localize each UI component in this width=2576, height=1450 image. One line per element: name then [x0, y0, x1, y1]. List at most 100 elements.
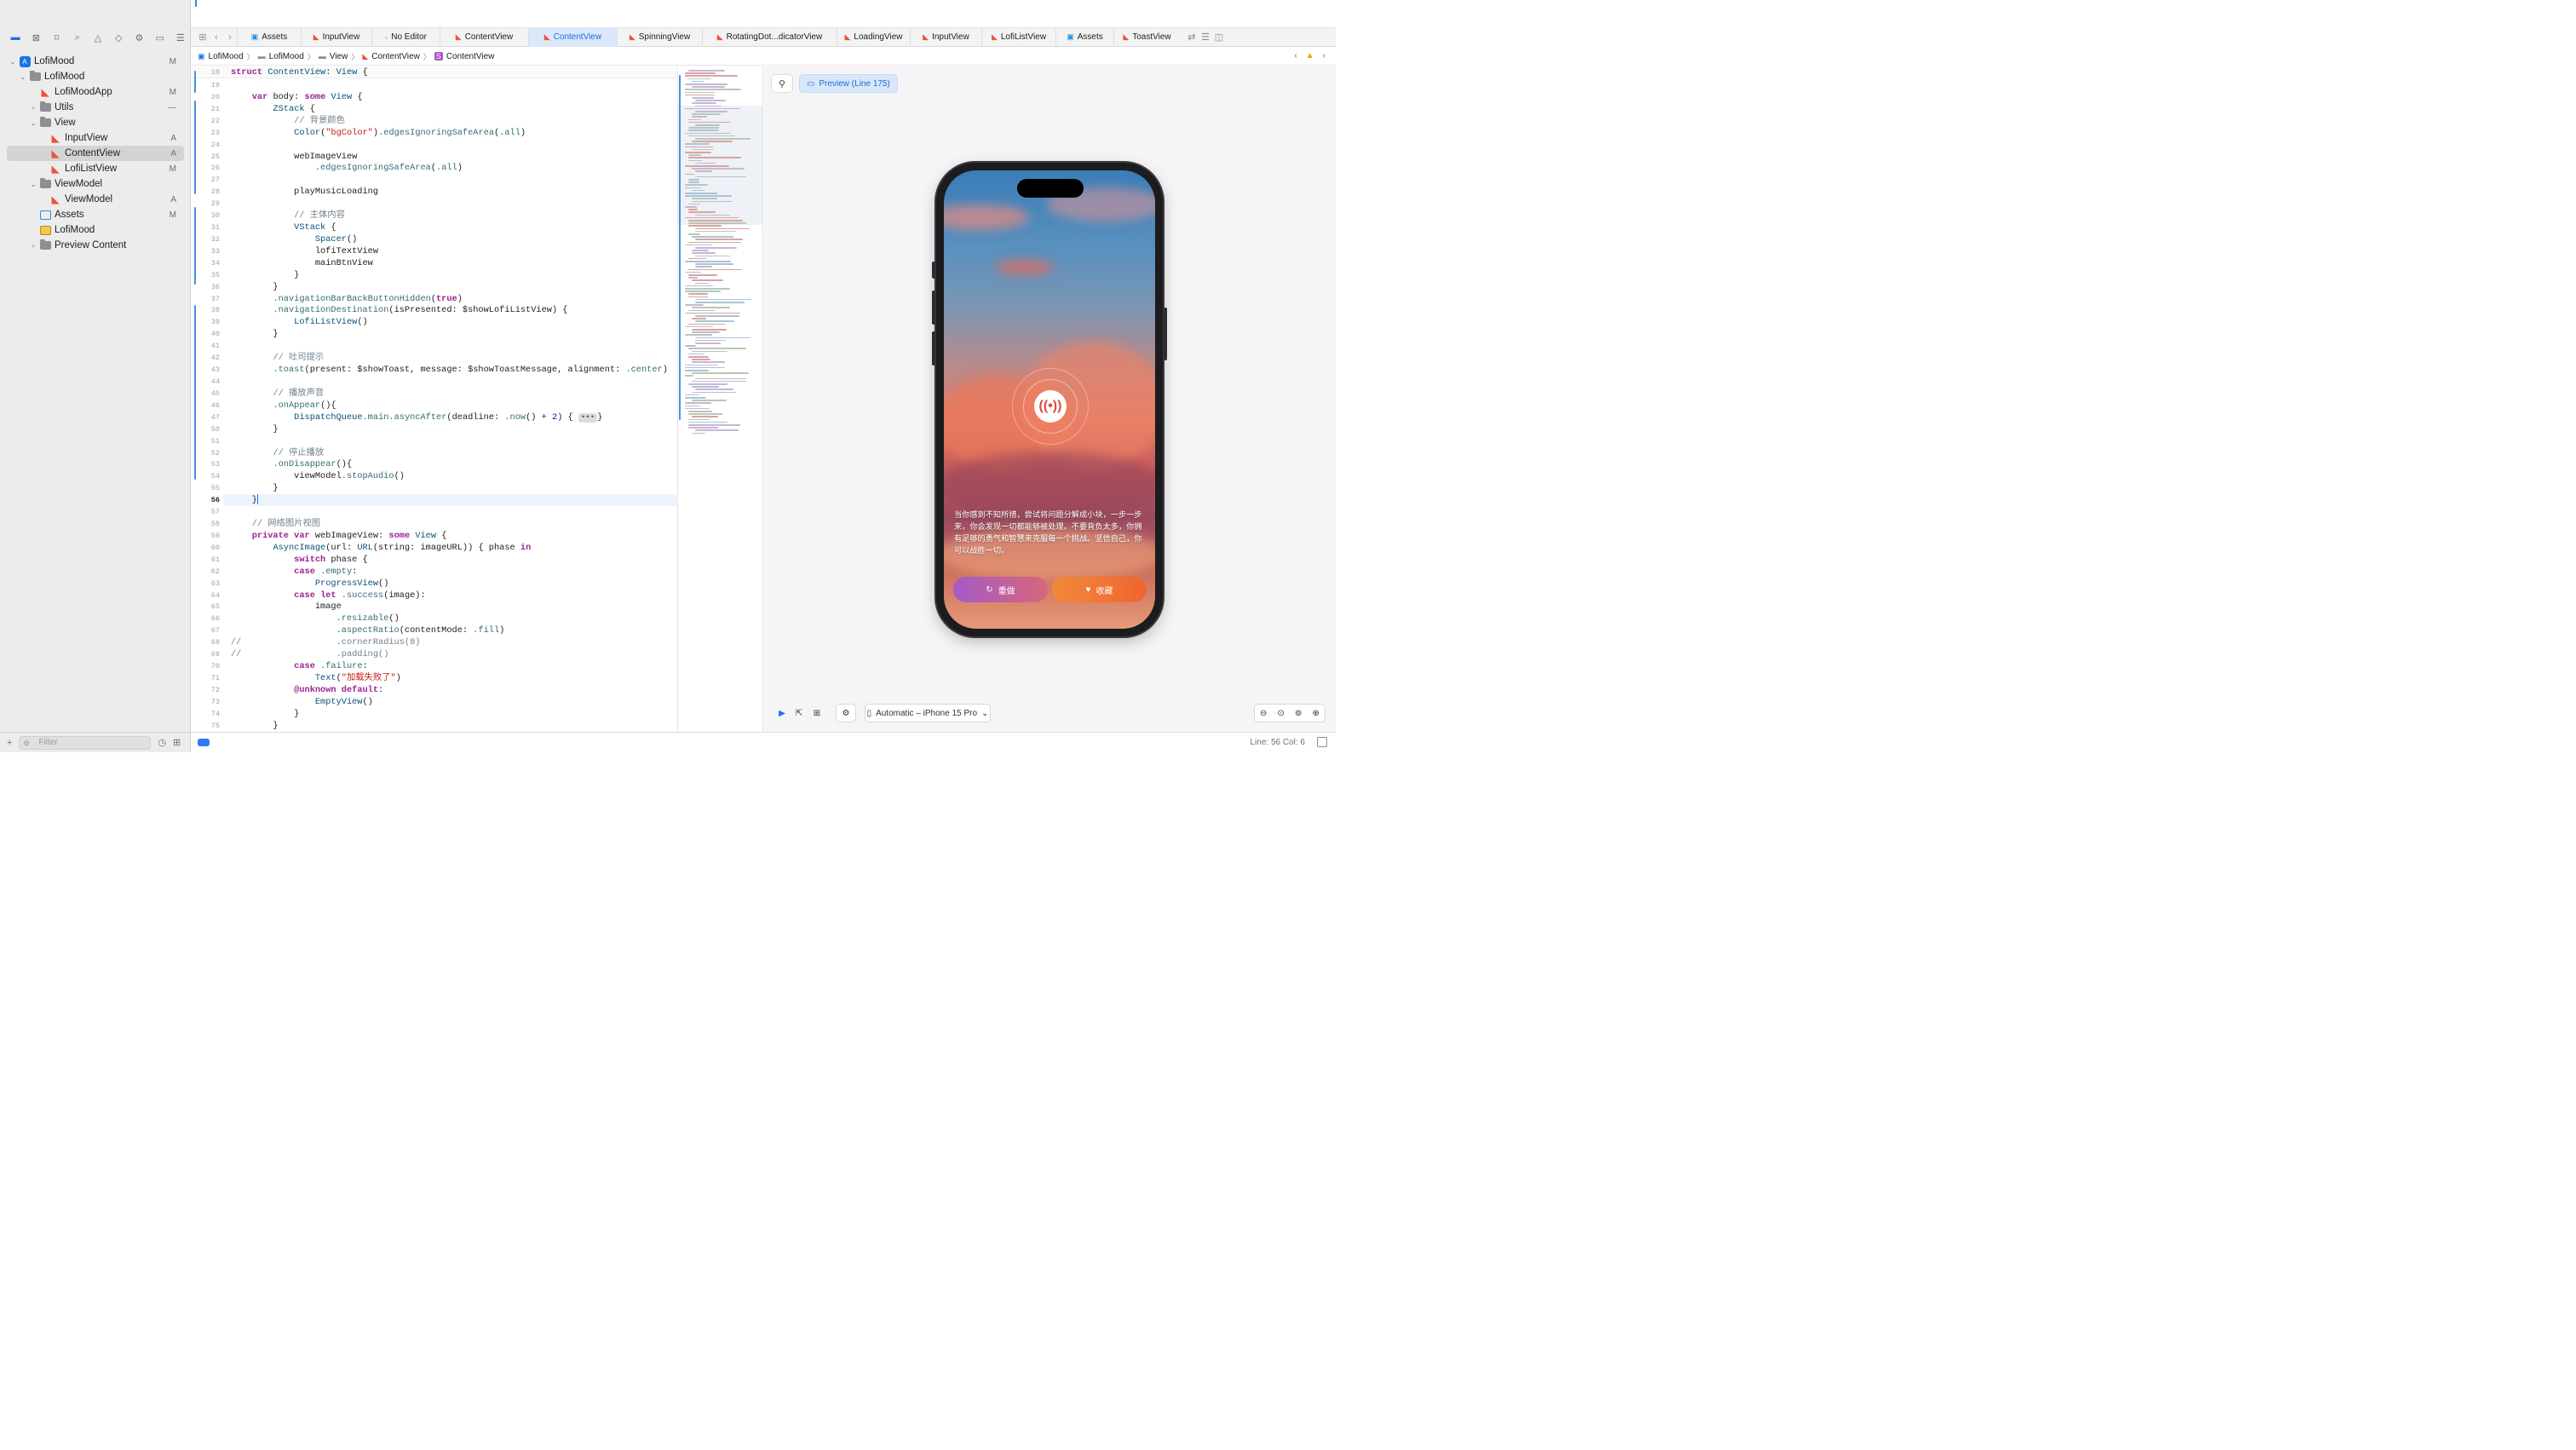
add-icon[interactable]: + — [7, 738, 12, 748]
editor-options-icon[interactable]: ☰ — [1199, 32, 1212, 43]
bookmark-icon[interactable]: ⌑ — [46, 29, 66, 46]
chevron-right-icon[interactable]: › — [29, 242, 37, 250]
chevron-right-icon[interactable]: › — [29, 104, 37, 112]
breadcrumb-folder[interactable]: ▬ View — [319, 52, 348, 61]
search-icon[interactable]: ⌕ — [67, 29, 88, 46]
minimap-line — [685, 132, 731, 135]
tree-item[interactable]: ◣ ContentView A — [7, 146, 184, 161]
source-control-icon[interactable]: ⊠ — [26, 29, 46, 46]
code-line: } — [231, 720, 279, 731]
filter-input[interactable]: ⊜ Filter — [19, 735, 152, 750]
tree-item[interactable]: ⌄ View — [0, 115, 191, 130]
zoom-in-icon[interactable]: ⊕ — [1313, 709, 1320, 718]
warning-icon[interactable]: ▲ — [1306, 51, 1314, 60]
split-editor-icon[interactable]: ◫ — [1212, 32, 1226, 43]
chevron-down-icon[interactable]: ⌄ — [29, 119, 37, 127]
code-line: image — [231, 601, 342, 613]
broadcast-icon[interactable]: ((•)) — [1034, 390, 1067, 423]
tree-item[interactable]: ◣ ViewModel A — [0, 192, 191, 207]
breadcrumb-group[interactable]: ▬ LofiMood — [258, 52, 304, 61]
test-icon[interactable]: ◇ — [108, 29, 129, 46]
source-editor[interactable]: 10 19 20 21 22 23 24 25 26 27 28 29 30 31 32 33 34 35 36 37… — [191, 66, 677, 732]
swift-icon: ◣ — [923, 32, 929, 41]
chevron-down-icon[interactable]: ⌄ — [9, 58, 17, 66]
tree-item[interactable]: › Utils — — [0, 100, 191, 115]
redo-button[interactable]: ↻ 重做 — [953, 577, 1048, 602]
modified-files-icon[interactable]: ⊞ — [173, 737, 181, 748]
variants-icon[interactable]: ⊞ — [808, 704, 825, 722]
breakpoint-icon[interactable]: ▭ — [150, 29, 170, 46]
pin-icon[interactable]: ⚲ — [771, 74, 793, 93]
prev-issue-icon[interactable]: ‹ — [1294, 51, 1297, 60]
chevron-down-icon[interactable]: ⌄ — [29, 181, 37, 188]
inspector-toggle-icon[interactable] — [1317, 737, 1327, 747]
volume-down-button — [932, 331, 935, 365]
minimap-line — [685, 83, 727, 85]
tree-item[interactable]: ◣ InputView A — [0, 130, 191, 146]
editor-tab[interactable]: ◣ ContentView — [440, 27, 528, 47]
tree-item[interactable]: ⌄ ViewModel — [0, 176, 191, 192]
breadcrumb-separator-icon: 〉 — [246, 52, 255, 61]
preview-chip[interactable]: ▭ Preview (Line 175) — [799, 74, 898, 93]
minimap-line — [688, 225, 722, 227]
line-number: 68 — [210, 638, 220, 647]
debug-area-toggle-icon[interactable] — [198, 739, 210, 746]
minimap[interactable] — [677, 66, 763, 732]
back-icon[interactable]: ‹ — [210, 32, 223, 43]
zoom-actual-icon[interactable]: ⊙ — [1278, 709, 1285, 718]
code-line: ProgressView() — [314, 578, 389, 589]
tree-item[interactable]: Assets M — [0, 207, 191, 222]
tree-item[interactable]: ⌄ A LofiMood M — [0, 54, 191, 69]
line-number: 61 — [210, 555, 220, 564]
live-mode-icon[interactable]: ▶ — [773, 704, 791, 722]
chevron-down-icon[interactable]: ⌄ — [19, 73, 27, 81]
editor-tab[interactable]: ▫ No Editor — [371, 27, 440, 47]
editor-tab-bar: ⊞ ‹ › ▣ Assets ◣ InputView ▫ No Editor ◣ Conten… — [191, 27, 1336, 47]
minimap-line — [685, 244, 712, 246]
editor-tab[interactable]: ◣ ContentView — [528, 27, 617, 47]
device-selector[interactable]: ▯ Automatic – iPhone 15 Pro ⌄ — [865, 704, 991, 722]
grid-icon[interactable]: ⊞ — [196, 32, 210, 43]
folded-code-chip[interactable]: ••• — [578, 412, 598, 423]
issue-icon[interactable]: △ — [88, 29, 108, 46]
zoom-fit-icon[interactable]: ⊚ — [1295, 709, 1302, 718]
editor-tab[interactable]: ◣ SpinningView — [617, 27, 702, 47]
device-settings-icon[interactable]: ⚙ — [836, 704, 856, 722]
scm-status-badge: A — [170, 148, 176, 158]
folder-navigator-icon[interactable]: ▬ — [5, 29, 26, 46]
editor-tab[interactable]: ◣ LofiListView — [981, 27, 1055, 47]
tree-item[interactable]: ⌄ LofiMood — [0, 69, 191, 84]
favorite-button[interactable]: ♥ 收藏 — [1052, 577, 1147, 602]
breadcrumb-file[interactable]: ◣ ContentView — [362, 52, 419, 61]
selectable-mode-icon[interactable]: ⇱ — [791, 704, 808, 722]
breadcrumb: ▣ LofiMood 〉 ▬ LofiMood 〉 ▬ View 〉 ◣ Content… — [191, 48, 1336, 66]
breadcrumb-project[interactable]: ▣ LofiMood — [198, 52, 244, 61]
debug-icon[interactable]: ⚙ — [129, 29, 149, 46]
tree-item[interactable]: ◣ LofiMoodApp M — [0, 84, 191, 100]
app-screen[interactable]: ((•)) 当你感到不知所措，尝试将问题分解成小块，一步一步来，你会发现一切都能… — [944, 170, 1155, 629]
assets-icon: ▣ — [1067, 32, 1074, 41]
code-line: .onAppear(){ — [273, 400, 336, 411]
editor-tab[interactable]: ◣ LoadingView — [837, 27, 910, 47]
tree-item[interactable]: ◣ LofiListView M — [0, 161, 191, 176]
editor-tab[interactable]: ▣ Assets — [1055, 27, 1113, 47]
editor-tab[interactable]: ◣ RotatingDot...dicatorView — [702, 27, 837, 47]
editor-tab[interactable]: ◣ InputView — [910, 27, 981, 47]
minimap-change-bar — [679, 75, 681, 420]
code-line: case .empty: — [294, 566, 358, 577]
editor-tab[interactable]: ▣ Assets — [237, 27, 301, 47]
recent-files-icon[interactable]: ◷ — [158, 737, 166, 748]
related-items-icon[interactable]: ⇄ — [1185, 32, 1199, 43]
next-issue-icon[interactable]: › — [1323, 51, 1325, 60]
code-line: } — [231, 483, 279, 494]
breadcrumb-symbol[interactable]: S ContentView — [434, 52, 494, 61]
report-icon[interactable]: ☰ — [170, 29, 191, 46]
editor-tab[interactable]: ◣ InputView — [301, 27, 371, 47]
tabs-container: ▣ Assets ◣ InputView ▫ No Editor ◣ ContentView ◣… — [237, 27, 1180, 47]
zoom-out-icon[interactable]: ⊖ — [1260, 709, 1267, 718]
minimap-line — [692, 102, 716, 104]
forward-icon[interactable]: › — [223, 32, 237, 43]
tree-item[interactable]: LofiMood — [0, 222, 191, 238]
tree-item[interactable]: › Preview Content — [0, 238, 191, 253]
editor-tab[interactable]: ◣ ToastView — [1113, 27, 1180, 47]
